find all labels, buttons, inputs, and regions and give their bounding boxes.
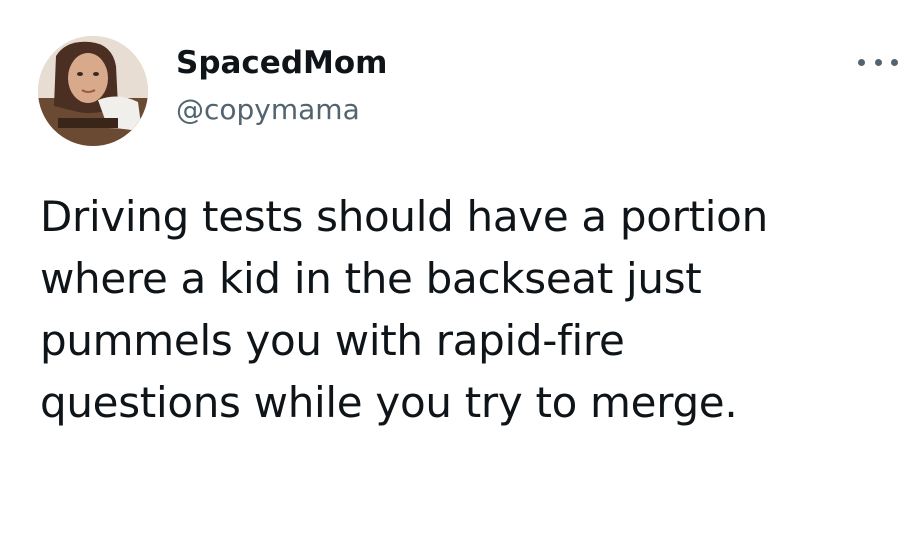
- tweet-text-line: where a kid in the backseat just: [40, 254, 702, 303]
- tweet-text-line: questions while you try to merge.: [40, 378, 738, 427]
- more-options-icon[interactable]: [858, 50, 898, 74]
- tweet-text-line: pummels you with rapid-fire: [40, 316, 625, 365]
- tweet-text: Driving tests should have a portion wher…: [40, 186, 900, 434]
- display-name[interactable]: SpacedMom: [176, 44, 387, 82]
- more-dot: [874, 58, 882, 66]
- tweet-card: SpacedMom @copymama Driving tests should…: [0, 0, 922, 540]
- avatar[interactable]: [38, 36, 148, 146]
- more-dot: [891, 58, 898, 66]
- more-dot: [858, 58, 865, 66]
- tweet-text-line: Driving tests should have a portion: [40, 192, 768, 241]
- avatar-photo-icon: [38, 36, 148, 146]
- user-handle[interactable]: @copymama: [176, 93, 360, 127]
